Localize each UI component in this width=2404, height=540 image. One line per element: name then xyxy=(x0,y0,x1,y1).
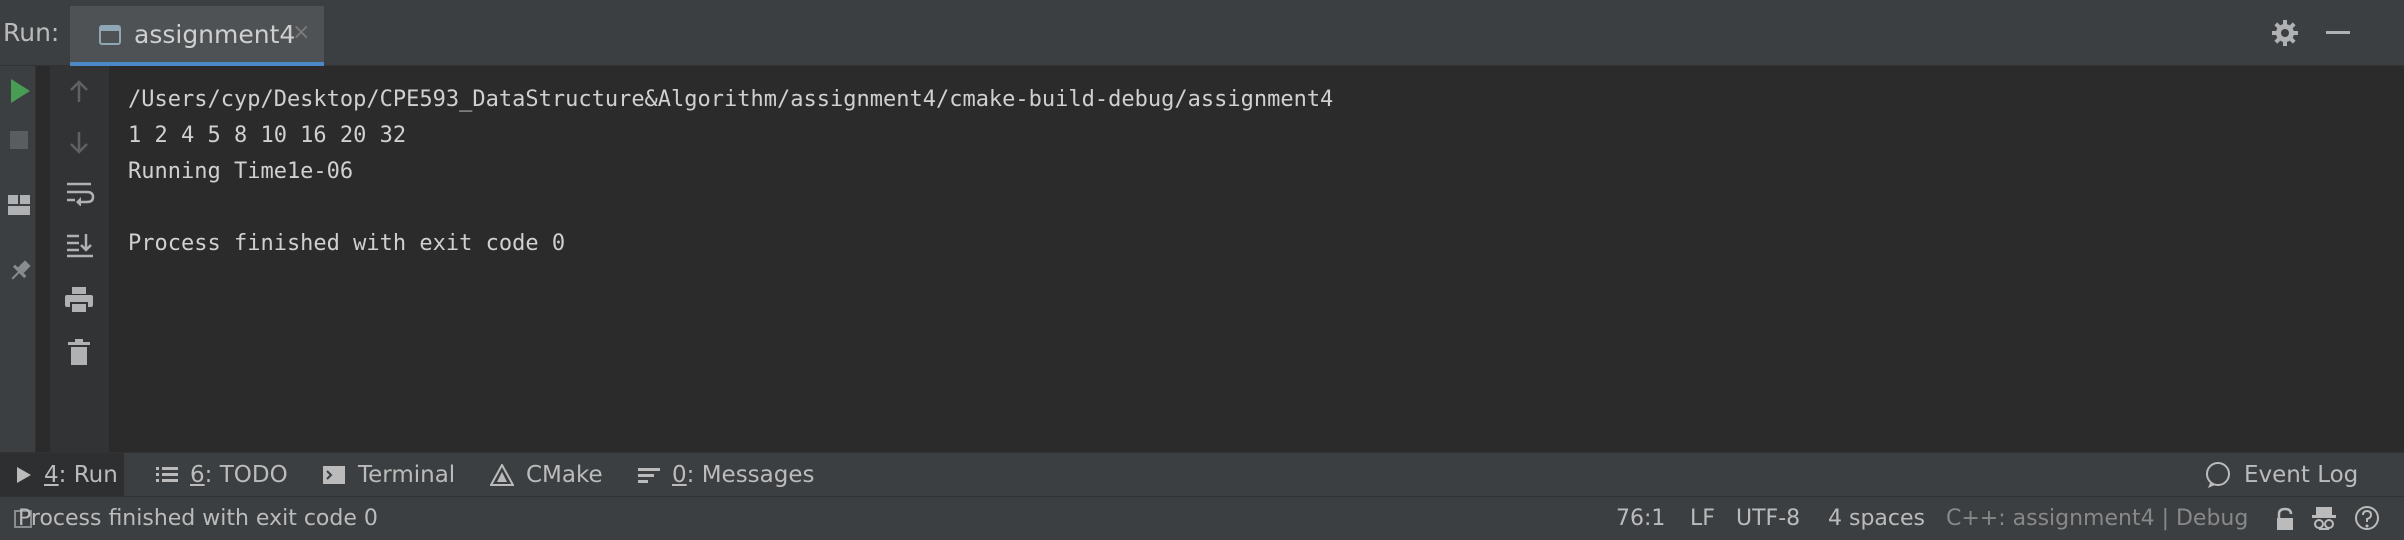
help-icon[interactable] xyxy=(2354,505,2384,533)
console-icon xyxy=(99,25,121,45)
event-log-icon xyxy=(2206,462,2230,488)
console-line: Process finished with exit code 0 xyxy=(128,231,566,256)
run-action-strip xyxy=(0,66,36,452)
console-line: 1 2 4 5 8 10 16 20 32 xyxy=(128,123,407,148)
tab-todo[interactable]: 6: TODO xyxy=(156,453,288,497)
tab-terminal[interactable]: Terminal xyxy=(322,453,455,497)
tab-event-log[interactable]: Event Log xyxy=(2204,453,2358,497)
console-line: /Users/cyp/Desktop/CPE593_DataStructure&… xyxy=(128,87,1334,112)
tab-run[interactable]: 4: Run xyxy=(0,453,124,497)
terminal-icon xyxy=(323,466,345,484)
tab-cmake-label: CMake xyxy=(526,462,603,488)
run-label: Run: xyxy=(3,18,60,47)
console-line: Running Time1e-06 xyxy=(128,159,354,184)
run-tool-window-header: Run: assignment4 × xyxy=(0,0,2404,66)
play-icon[interactable] xyxy=(9,78,31,104)
arrow-up-icon[interactable] xyxy=(68,80,90,104)
stop-icon[interactable] xyxy=(9,130,29,150)
line-separator[interactable]: LF xyxy=(1690,497,1715,540)
tab-todo-mnemonic: 6 xyxy=(190,462,205,488)
trash-icon[interactable] xyxy=(66,338,92,366)
minimize-icon[interactable] xyxy=(2326,31,2350,34)
caret-position[interactable]: 76:1 xyxy=(1616,497,1665,540)
layout-icon[interactable] xyxy=(7,194,31,216)
print-icon[interactable] xyxy=(64,286,94,314)
tool-window-bar: 4: Run 6: TODO Terminal CMake 0: Message… xyxy=(0,452,2404,497)
console-output[interactable]: /Users/cyp/Desktop/CPE593_DataStructure&… xyxy=(110,66,2404,452)
tab-messages-mnemonic: 0 xyxy=(672,462,687,488)
gear-icon[interactable] xyxy=(2270,18,2300,48)
tab-event-log-label: Event Log xyxy=(2244,462,2359,488)
status-bar: Process finished with exit code 0 76:1 L… xyxy=(0,496,2404,540)
console-tool-column xyxy=(50,66,110,452)
tab-run-mnemonic: 4 xyxy=(44,462,59,488)
tab-terminal-label: Terminal xyxy=(358,462,456,488)
tab-todo-label: : TODO xyxy=(204,462,288,488)
arrow-down-icon[interactable] xyxy=(68,130,90,154)
messages-icon xyxy=(638,468,660,483)
inspector-icon[interactable] xyxy=(2310,505,2338,533)
tab-cmake[interactable]: CMake xyxy=(490,453,603,497)
tab-messages-label: : Messages xyxy=(686,462,815,488)
close-icon[interactable]: × xyxy=(292,20,310,45)
cmake-icon xyxy=(490,464,514,486)
tab-messages[interactable]: 0: Messages xyxy=(638,453,815,497)
play-icon xyxy=(17,467,31,483)
resolve-context[interactable]: C++: assignment4 | Debug xyxy=(1946,497,2248,540)
indent-setting[interactable]: 4 spaces xyxy=(1828,497,1925,540)
file-encoding[interactable]: UTF-8 xyxy=(1736,497,1800,540)
tab-label: assignment4 xyxy=(134,20,296,49)
pin-icon[interactable] xyxy=(7,258,33,284)
scroll-to-end-icon[interactable] xyxy=(65,232,95,258)
list-icon xyxy=(156,467,178,482)
lock-icon[interactable] xyxy=(2274,507,2296,531)
soft-wrap-icon[interactable] xyxy=(65,180,95,206)
tab-run-label: : Run xyxy=(58,462,118,488)
run-config-tab[interactable]: assignment4 × xyxy=(70,6,324,66)
status-message[interactable]: Process finished with exit code 0 xyxy=(18,497,378,540)
